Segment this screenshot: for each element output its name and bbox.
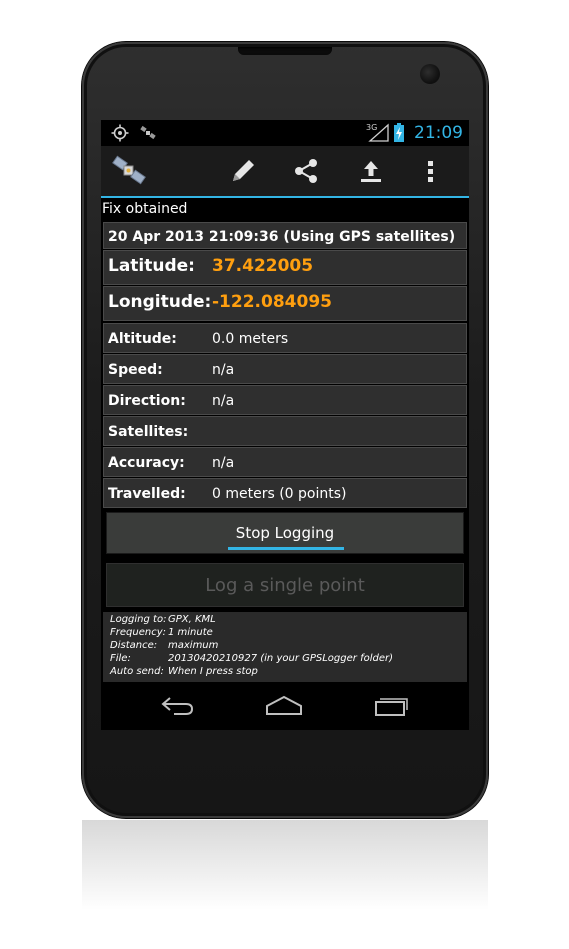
info-frequency: Frequency: 1 minute (110, 627, 213, 638)
svg-text:3G: 3G (366, 123, 377, 132)
info-file: File: 20130420210927 (in your GPSLogger f… (110, 653, 393, 664)
overflow-menu-icon[interactable] (419, 153, 443, 189)
stop-logging-focus-underline (228, 547, 344, 550)
log-single-point-button[interactable]: Log a single point (106, 563, 464, 607)
satellite-icon (139, 124, 157, 146)
log-single-point-label: Log a single point (205, 575, 365, 596)
status-bar: 3G 21:09 (101, 120, 469, 146)
altitude-row: Altitude: 0.0 meters (103, 323, 467, 353)
direction-row: Direction: n/a (103, 385, 467, 415)
satellites-label: Satellites: (108, 424, 189, 440)
phone-earpiece (238, 47, 332, 55)
info-key-frequency: Frequency: (110, 627, 166, 638)
stop-logging-button[interactable]: Stop Logging (106, 512, 464, 554)
accuracy-row: Accuracy: n/a (103, 447, 467, 477)
speed-label: Speed: (108, 362, 163, 378)
battery-charging-icon (393, 123, 405, 147)
back-icon[interactable] (158, 694, 198, 718)
timestamp-row: 20 Apr 2013 21:09:36 (Using GPS satellit… (103, 222, 467, 249)
action-bar (101, 146, 469, 198)
info-value-logging-to: GPX, KML (168, 614, 216, 625)
accuracy-value: n/a (212, 455, 235, 471)
gps-icon (111, 124, 129, 146)
travelled-label: Travelled: (108, 486, 186, 502)
satellite-app-icon[interactable] (111, 153, 147, 189)
info-key-logging-to: Logging to: (110, 614, 167, 625)
longitude-label: Longitude: (108, 292, 212, 312)
home-icon[interactable] (264, 694, 304, 718)
timestamp-text: 20 Apr 2013 21:09:36 (Using GPS satellit… (108, 229, 456, 245)
altitude-label: Altitude: (108, 331, 177, 347)
recent-apps-icon[interactable] (372, 694, 412, 718)
navigation-bar (101, 682, 469, 730)
signal-3g-icon: 3G (366, 122, 390, 146)
front-camera (420, 64, 440, 84)
latitude-value: 37.422005 (212, 256, 314, 276)
info-key-file: File: (110, 653, 131, 664)
stop-logging-label: Stop Logging (235, 524, 335, 542)
speed-value: n/a (212, 362, 235, 378)
info-key-distance: Distance: (110, 640, 158, 651)
longitude-row: Longitude: -122.084095 (103, 286, 467, 321)
phone-screen: 3G 21:09 Fix obtained 20 Apr 2013 21:09:… (101, 120, 469, 730)
longitude-value: -122.084095 (212, 292, 332, 312)
phone-reflection (82, 820, 488, 949)
direction-value: n/a (212, 393, 235, 409)
fix-status-text: Fix obtained (102, 201, 188, 217)
latitude-row: Latitude: 37.422005 (103, 250, 467, 285)
latitude-label: Latitude: (108, 256, 195, 276)
accuracy-label: Accuracy: (108, 455, 185, 471)
upload-icon[interactable] (353, 153, 389, 189)
direction-label: Direction: (108, 393, 186, 409)
satellites-row: Satellites: (103, 416, 467, 446)
travelled-value: 0 meters (0 points) (212, 486, 347, 502)
info-logging-to: Logging to: GPX, KML (110, 614, 216, 625)
info-value-distance: maximum (168, 640, 219, 651)
info-auto-send: Auto send: When I press stop (110, 666, 258, 677)
share-icon[interactable] (288, 153, 324, 189)
info-distance: Distance: maximum (110, 640, 218, 651)
info-value-file: 20130420210927 (in your GPSLogger folder… (168, 653, 393, 664)
status-clock: 21:09 (414, 123, 463, 143)
speed-row: Speed: n/a (103, 354, 467, 384)
altitude-value: 0.0 meters (212, 331, 289, 347)
info-value-auto-send: When I press stop (168, 666, 258, 677)
info-value-frequency: 1 minute (168, 627, 213, 638)
info-key-auto-send: Auto send: (110, 666, 164, 677)
travelled-row: Travelled: 0 meters (0 points) (103, 478, 467, 508)
logging-info-panel: Logging to: GPX, KML Frequency: 1 minute D… (103, 612, 467, 682)
pencil-icon[interactable] (225, 153, 261, 189)
